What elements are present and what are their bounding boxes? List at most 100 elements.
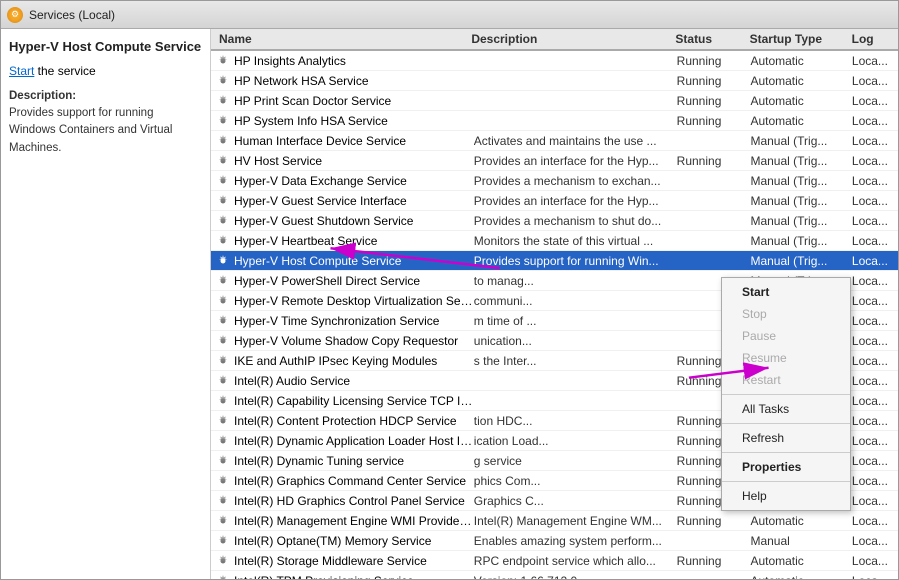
gear-icon xyxy=(215,333,231,349)
service-row[interactable]: Human Interface Device ServiceActivates … xyxy=(211,131,898,151)
service-description: communi... xyxy=(474,294,677,308)
service-name: Hyper-V Volume Shadow Copy Requestor xyxy=(234,334,474,348)
service-description: Provides an interface for the Hyp... xyxy=(474,194,677,208)
col-header-name[interactable]: Name xyxy=(211,32,471,46)
service-log-on: Loca... xyxy=(852,454,898,468)
services-window: ⚙ Services (Local) Hyper-V Host Compute … xyxy=(0,0,899,580)
service-description: Monitors the state of this virtual ... xyxy=(474,234,677,248)
service-description: tion HDC... xyxy=(474,414,677,428)
service-row[interactable]: Hyper-V Guest Service InterfaceProvides … xyxy=(211,191,898,211)
service-log-on: Loca... xyxy=(852,514,898,528)
service-row[interactable]: Hyper-V Guest Shutdown ServiceProvides a… xyxy=(211,211,898,231)
service-startup-type: Manual (Trig... xyxy=(750,194,851,208)
service-startup-type: Automatic xyxy=(750,54,851,68)
gear-icon xyxy=(215,433,231,449)
service-log-on: Loca... xyxy=(852,114,898,128)
service-row[interactable]: Hyper-V Heartbeat ServiceMonitors the st… xyxy=(211,231,898,251)
gear-icon xyxy=(215,353,231,369)
service-log-on: Loca... xyxy=(852,274,898,288)
service-log-on: Loca... xyxy=(852,294,898,308)
gear-icon xyxy=(215,513,231,529)
service-log-on: Loca... xyxy=(852,574,898,580)
gear-icon xyxy=(215,173,231,189)
ctx-all-tasks[interactable]: All Tasks xyxy=(722,398,850,420)
service-row[interactable]: Intel(R) TPM Provisioning ServiceVersion… xyxy=(211,571,898,579)
service-row[interactable]: Intel(R) Management Engine WMI Provider … xyxy=(211,511,898,531)
ctx-help[interactable]: Help xyxy=(722,485,850,507)
service-name: Intel(R) Management Engine WMI Provider … xyxy=(234,514,474,528)
gear-icon xyxy=(215,573,231,580)
context-menu: Start Stop Pause Resume Restart All Task… xyxy=(721,277,851,511)
service-description: Version: 1.66.712.0 xyxy=(474,574,677,580)
service-name: HP System Info HSA Service xyxy=(234,114,474,128)
ctx-properties[interactable]: Properties xyxy=(722,456,850,478)
service-row[interactable]: Intel(R) Storage Middleware ServiceRPC e… xyxy=(211,551,898,571)
description-label: Description: xyxy=(9,90,76,102)
gear-icon xyxy=(215,553,231,569)
service-name: Intel(R) Dynamic Tuning service xyxy=(234,454,474,468)
service-row[interactable]: HP Insights AnalyticsRunningAutomaticLoc… xyxy=(211,51,898,71)
service-description: Graphics C... xyxy=(474,494,677,508)
sidebar-start-action: Start the service xyxy=(9,64,202,78)
service-log-on: Loca... xyxy=(852,354,898,368)
service-log-on: Loca... xyxy=(852,474,898,488)
service-name: HP Insights Analytics xyxy=(234,54,474,68)
ctx-stop: Stop xyxy=(722,303,850,325)
service-name: Intel(R) Dynamic Application Loader Host… xyxy=(234,434,474,448)
service-name: Intel(R) TPM Provisioning Service xyxy=(234,574,474,580)
service-log-on: Loca... xyxy=(852,314,898,328)
gear-icon xyxy=(215,93,231,109)
col-header-log[interactable]: Log xyxy=(852,32,898,46)
sidebar-service-title: Hyper-V Host Compute Service xyxy=(9,39,202,56)
service-startup-type: Manual (Trig... xyxy=(750,134,851,148)
service-row[interactable]: HP System Info HSA ServiceRunningAutomat… xyxy=(211,111,898,131)
service-startup-type: Manual (Trig... xyxy=(750,214,851,228)
service-name: Intel(R) Storage Middleware Service xyxy=(234,554,474,568)
service-name: Hyper-V Time Synchronization Service xyxy=(234,314,474,328)
col-header-startup[interactable]: Startup Type xyxy=(750,32,852,46)
gear-icon xyxy=(215,293,231,309)
gear-icon xyxy=(215,493,231,509)
gear-icon xyxy=(215,393,231,409)
service-row[interactable]: Hyper-V Data Exchange ServiceProvides a … xyxy=(211,171,898,191)
service-log-on: Loca... xyxy=(852,94,898,108)
service-startup-type: Automatic xyxy=(750,514,851,528)
service-log-on: Loca... xyxy=(852,254,898,268)
service-log-on: Loca... xyxy=(852,214,898,228)
gear-icon xyxy=(215,373,231,389)
service-row[interactable]: Hyper-V Host Compute ServiceProvides sup… xyxy=(211,251,898,271)
service-startup-type: Manual (Trig... xyxy=(750,234,851,248)
gear-icon xyxy=(215,213,231,229)
app-icon: ⚙ xyxy=(7,7,23,23)
service-description: unication... xyxy=(474,334,677,348)
gear-icon xyxy=(215,313,231,329)
service-status: Running xyxy=(677,54,751,68)
service-row[interactable]: HV Host ServiceProvides an interface for… xyxy=(211,151,898,171)
main-panel: Name Description Status Startup Type Log… xyxy=(211,29,898,579)
gear-icon xyxy=(215,473,231,489)
service-name: Intel(R) Graphics Command Center Service xyxy=(234,474,474,488)
gear-icon xyxy=(215,53,231,69)
service-name: IKE and AuthIP IPsec Keying Modules xyxy=(234,354,474,368)
service-name: HV Host Service xyxy=(234,154,474,168)
service-row[interactable]: Intel(R) Optane(TM) Memory ServiceEnable… xyxy=(211,531,898,551)
service-startup-type: Manual (Trig... xyxy=(750,174,851,188)
ctx-start[interactable]: Start xyxy=(722,281,850,303)
service-description: s the Inter... xyxy=(474,354,677,368)
gear-icon xyxy=(215,133,231,149)
service-log-on: Loca... xyxy=(852,534,898,548)
gear-icon xyxy=(215,113,231,129)
ctx-restart: Restart xyxy=(722,369,850,391)
service-name: Hyper-V PowerShell Direct Service xyxy=(234,274,474,288)
service-row[interactable]: HP Network HSA ServiceRunningAutomaticLo… xyxy=(211,71,898,91)
ctx-refresh[interactable]: Refresh xyxy=(722,427,850,449)
start-link[interactable]: Start xyxy=(9,64,34,78)
service-name: Intel(R) HD Graphics Control Panel Servi… xyxy=(234,494,474,508)
service-log-on: Loca... xyxy=(852,494,898,508)
col-header-description[interactable]: Description xyxy=(471,32,675,46)
service-status: Running xyxy=(677,94,751,108)
service-log-on: Loca... xyxy=(852,174,898,188)
window-title: Services (Local) xyxy=(29,8,115,22)
service-row[interactable]: HP Print Scan Doctor ServiceRunningAutom… xyxy=(211,91,898,111)
col-header-status[interactable]: Status xyxy=(675,32,749,46)
